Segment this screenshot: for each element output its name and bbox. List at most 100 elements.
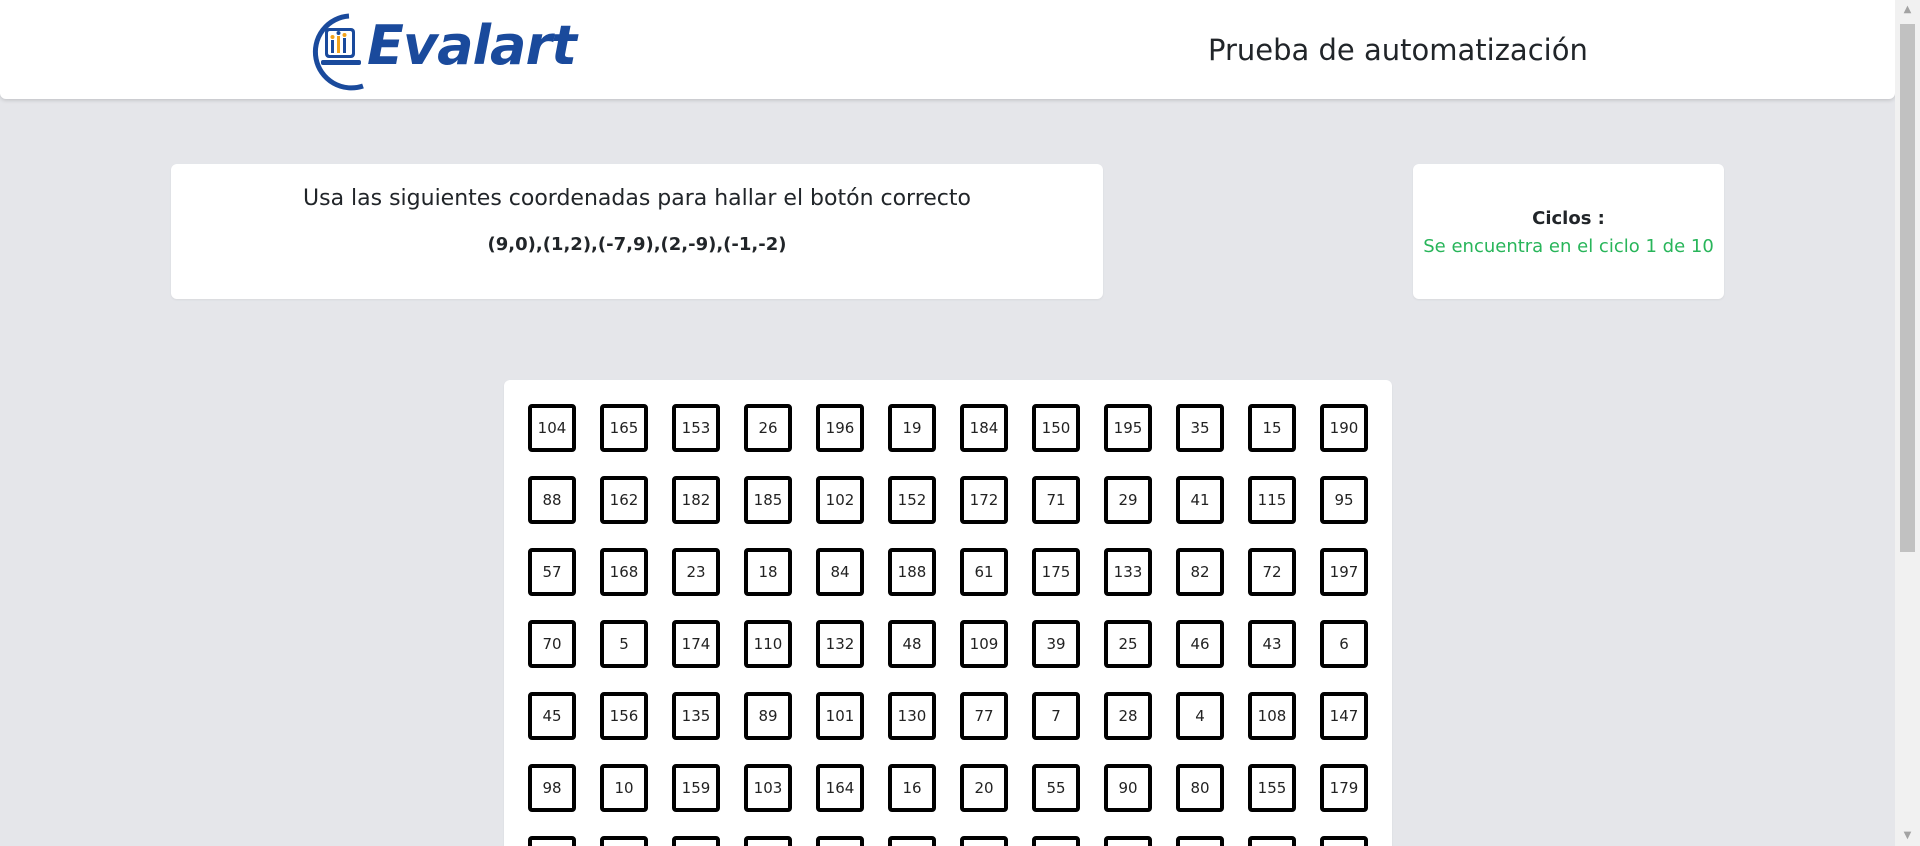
- grid-button[interactable]: [960, 836, 1008, 846]
- grid-button[interactable]: 7: [1032, 692, 1080, 740]
- cycles-card: Ciclos : Se encuentra en el ciclo 1 de 1…: [1413, 164, 1724, 299]
- grid-button[interactable]: [816, 836, 864, 846]
- grid-button[interactable]: [1032, 836, 1080, 846]
- top-header: Evalart Prueba de automatización: [0, 0, 1895, 99]
- grid-button[interactable]: 82: [1176, 548, 1224, 596]
- grid-button[interactable]: 115: [1248, 476, 1296, 524]
- grid-button[interactable]: [528, 836, 576, 846]
- grid-button[interactable]: 23: [672, 548, 720, 596]
- grid-button[interactable]: 43: [1248, 620, 1296, 668]
- grid-button[interactable]: 162: [600, 476, 648, 524]
- grid-button[interactable]: 18: [744, 548, 792, 596]
- scroll-up-icon[interactable]: ▲: [1895, 0, 1920, 20]
- grid-button[interactable]: 159: [672, 764, 720, 812]
- grid-button[interactable]: 45: [528, 692, 576, 740]
- grid-button[interactable]: 104: [528, 404, 576, 452]
- grid-button[interactable]: 174: [672, 620, 720, 668]
- page-title: Prueba de automatización: [1208, 33, 1588, 67]
- grid-button[interactable]: 182: [672, 476, 720, 524]
- grid-button[interactable]: 130: [888, 692, 936, 740]
- grid-button[interactable]: 132: [816, 620, 864, 668]
- grid-button[interactable]: 57: [528, 548, 576, 596]
- grid-button[interactable]: [888, 836, 936, 846]
- grid-button[interactable]: 165: [600, 404, 648, 452]
- grid-button[interactable]: 5: [600, 620, 648, 668]
- grid-button[interactable]: 110: [744, 620, 792, 668]
- grid-button[interactable]: 95: [1320, 476, 1368, 524]
- grid-button[interactable]: 61: [960, 548, 1008, 596]
- grid-button[interactable]: 197: [1320, 548, 1368, 596]
- grid-button[interactable]: 70: [528, 620, 576, 668]
- grid-button[interactable]: 153: [672, 404, 720, 452]
- grid-button[interactable]: 25: [1104, 620, 1152, 668]
- grid-button[interactable]: 147: [1320, 692, 1368, 740]
- grid-button[interactable]: 72: [1248, 548, 1296, 596]
- grid-button[interactable]: 164: [816, 764, 864, 812]
- grid-button[interactable]: 26: [744, 404, 792, 452]
- grid-button[interactable]: [1320, 836, 1368, 846]
- grid-button[interactable]: 35: [1176, 404, 1224, 452]
- grid-button[interactable]: 179: [1320, 764, 1368, 812]
- grid-button[interactable]: 10: [600, 764, 648, 812]
- grid-button[interactable]: 103: [744, 764, 792, 812]
- grid-button[interactable]: [1176, 836, 1224, 846]
- grid-button[interactable]: 41: [1176, 476, 1224, 524]
- grid-button[interactable]: 46: [1176, 620, 1224, 668]
- grid-button[interactable]: 150: [1032, 404, 1080, 452]
- grid-button[interactable]: 135: [672, 692, 720, 740]
- cycles-label: Ciclos :: [1532, 208, 1605, 229]
- grid-button[interactable]: 98: [528, 764, 576, 812]
- grid-button[interactable]: 19: [888, 404, 936, 452]
- grid-button[interactable]: 102: [816, 476, 864, 524]
- cycles-status: Se encuentra en el ciclo 1 de 10: [1423, 236, 1714, 257]
- grid-button[interactable]: 15: [1248, 404, 1296, 452]
- grid-button[interactable]: 172: [960, 476, 1008, 524]
- grid-button[interactable]: [744, 836, 792, 846]
- grid-button[interactable]: [600, 836, 648, 846]
- grid-button[interactable]: 4: [1176, 692, 1224, 740]
- grid-button[interactable]: 184: [960, 404, 1008, 452]
- grid-button[interactable]: 71: [1032, 476, 1080, 524]
- logo-text: Evalart: [367, 14, 577, 77]
- grid-button[interactable]: 190: [1320, 404, 1368, 452]
- grid-button[interactable]: [672, 836, 720, 846]
- grid-button[interactable]: 152: [888, 476, 936, 524]
- grid-button[interactable]: 89: [744, 692, 792, 740]
- evalart-logo[interactable]: Evalart: [309, 10, 577, 92]
- grid-button[interactable]: 16: [888, 764, 936, 812]
- grid-button[interactable]: 195: [1104, 404, 1152, 452]
- grid-button[interactable]: 155: [1248, 764, 1296, 812]
- grid-button[interactable]: 196: [816, 404, 864, 452]
- vertical-scrollbar[interactable]: ▲ ▼: [1895, 0, 1920, 846]
- grid-button[interactable]: 80: [1176, 764, 1224, 812]
- grid-button[interactable]: 88: [528, 476, 576, 524]
- grid-button[interactable]: 133: [1104, 548, 1152, 596]
- grid-button[interactable]: 109: [960, 620, 1008, 668]
- grid-button[interactable]: 28: [1104, 692, 1152, 740]
- grid-button[interactable]: 39: [1032, 620, 1080, 668]
- grid-button[interactable]: 101: [816, 692, 864, 740]
- number-button-grid: 104 165 153 26 196 19 184 150 195 35 15 190 88 162 182…: [528, 404, 1368, 846]
- grid-button[interactable]: 84: [816, 548, 864, 596]
- grid-button[interactable]: 48: [888, 620, 936, 668]
- grid-button[interactable]: 20: [960, 764, 1008, 812]
- grid-button[interactable]: 6: [1320, 620, 1368, 668]
- grid-button[interactable]: [1248, 836, 1296, 846]
- coordinates-text: (9,0),(1,2),(-7,9),(2,-9),(-1,-2): [487, 234, 787, 255]
- scrollbar-thumb[interactable]: [1900, 24, 1915, 552]
- grid-button[interactable]: 168: [600, 548, 648, 596]
- grid-button[interactable]: [1104, 836, 1152, 846]
- scroll-down-icon[interactable]: ▼: [1895, 826, 1920, 846]
- instructions-text: Usa las siguientes coordenadas para hall…: [303, 186, 971, 211]
- instructions-card: Usa las siguientes coordenadas para hall…: [171, 164, 1103, 299]
- grid-button[interactable]: 77: [960, 692, 1008, 740]
- grid-button[interactable]: 156: [600, 692, 648, 740]
- grid-button[interactable]: 185: [744, 476, 792, 524]
- grid-button[interactable]: 55: [1032, 764, 1080, 812]
- grid-button[interactable]: 29: [1104, 476, 1152, 524]
- grid-button[interactable]: 188: [888, 548, 936, 596]
- button-grid-panel: 104 165 153 26 196 19 184 150 195 35 15 190 88 162 182…: [504, 380, 1392, 846]
- grid-button[interactable]: 108: [1248, 692, 1296, 740]
- grid-button[interactable]: 175: [1032, 548, 1080, 596]
- grid-button[interactable]: 90: [1104, 764, 1152, 812]
